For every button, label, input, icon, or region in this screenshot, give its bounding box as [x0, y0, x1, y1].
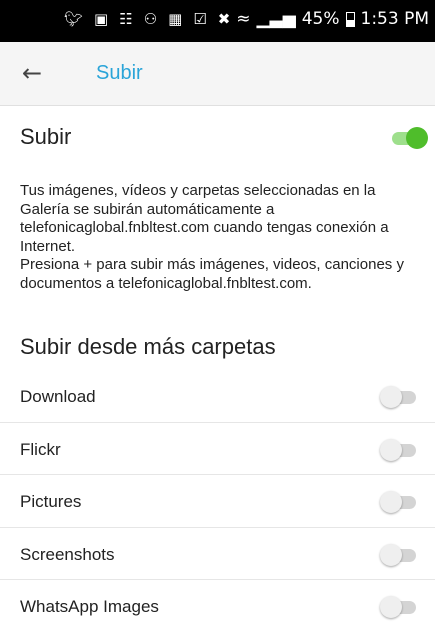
- image-icon: ▣: [94, 10, 109, 28]
- description-paragraph-2: Presiona + para subir más imágenes, vide…: [20, 256, 404, 292]
- folder-label: Download: [20, 387, 96, 406]
- status-bar-mask: [10, 6, 46, 38]
- folders-section-title: Subir desde más carpetas: [20, 334, 276, 359]
- upload-description: Tus imágenes, vídeos y carpetas seleccio…: [20, 182, 425, 294]
- toggle-thumb: [406, 127, 428, 149]
- folder-row-screenshots[interactable]: Screenshots: [0, 528, 435, 580]
- system-status: ≈ ▁▃▅ 45% 1:53 PM: [236, 9, 429, 29]
- folder-list: Download Flickr Pictures Screenshots Wha…: [0, 370, 435, 633]
- back-arrow-icon[interactable]: ←: [22, 58, 54, 90]
- battery-icon: [345, 11, 355, 27]
- folder-row-flickr[interactable]: Flickr: [0, 423, 435, 475]
- upload-toggle[interactable]: [390, 125, 428, 151]
- toggle-thumb: [380, 386, 402, 408]
- folder-label: Flickr: [20, 439, 61, 459]
- folder-toggle-flickr[interactable]: [380, 437, 418, 463]
- app-bar: ← Subir: [0, 42, 435, 106]
- folder-label: Pictures: [20, 492, 82, 511]
- signal-icon: ▁▃▅: [256, 9, 296, 29]
- description-paragraph-1: Tus imágenes, vídeos y carpetas seleccio…: [20, 182, 389, 255]
- folder-toggle-pictures[interactable]: [380, 489, 418, 515]
- battery-percent: 45%: [301, 9, 340, 29]
- page-title: Subir: [96, 62, 143, 84]
- notification-icons: 🐦︎ ▣ ☷ ⚇ ▦ ☑ ✖: [64, 10, 230, 28]
- folder-row-download[interactable]: Download: [0, 370, 435, 423]
- folder-row-pictures[interactable]: Pictures: [0, 475, 435, 528]
- clipboard-icon: ☑: [193, 10, 207, 28]
- upload-setting-label: Subir: [20, 124, 72, 149]
- toggle-thumb: [380, 543, 402, 566]
- folder-row-whatsapp-images[interactable]: WhatsApp Images: [0, 580, 435, 633]
- folder-toggle-download[interactable]: [380, 384, 418, 410]
- clock: 1:53 PM: [360, 9, 430, 29]
- toggle-thumb: [380, 438, 402, 461]
- upload-setting-row[interactable]: Subir: [0, 114, 435, 162]
- mute-icon: ✖: [217, 10, 231, 28]
- voicemail-icon: ☷: [119, 10, 133, 28]
- calendar-icon: ▦: [168, 10, 183, 28]
- folder-label: WhatsApp Images: [20, 597, 159, 616]
- folder-label: Screenshots: [20, 544, 115, 564]
- folder-toggle-screenshots[interactable]: [380, 542, 418, 568]
- status-bar: 🐦︎ ▣ ☷ ⚇ ▦ ☑ ✖ ≈ ▁▃▅ 45% 1:53 PM: [0, 0, 435, 42]
- toggle-thumb: [380, 491, 402, 513]
- add-contact-icon: ⚇: [143, 10, 158, 28]
- folder-toggle-whatsapp-images[interactable]: [380, 594, 418, 620]
- wifi-icon: ≈: [236, 9, 251, 29]
- toggle-thumb: [380, 596, 402, 618]
- twitter-icon: 🐦︎: [64, 10, 84, 28]
